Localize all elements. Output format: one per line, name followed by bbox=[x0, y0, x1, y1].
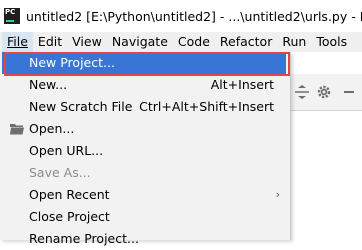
menu-bar: File Edit View Navigate Code Refactor Ru… bbox=[0, 32, 362, 52]
chevron-right-icon: › bbox=[275, 188, 280, 201]
folder-icon bbox=[10, 124, 24, 135]
menu-item-close-project[interactable]: Close Project bbox=[2, 206, 286, 228]
menu-file[interactable]: File bbox=[2, 32, 33, 52]
window-title: untitled2 [E:\Python\untitled2] - ...\un… bbox=[26, 8, 362, 24]
minimize-icon[interactable] bbox=[344, 91, 354, 93]
menu-run[interactable]: Run bbox=[277, 32, 311, 52]
menu-item-new-scratch-file[interactable]: New Scratch File Ctrl+Alt+Shift+Insert bbox=[2, 96, 286, 118]
split-layout-icon[interactable] bbox=[295, 85, 309, 99]
pycharm-icon: PC bbox=[4, 8, 20, 24]
menu-code[interactable]: Code bbox=[173, 32, 215, 52]
file-menu-dropdown: New Project... New... Alt+Insert New Scr… bbox=[0, 52, 291, 246]
menu-item-new-project[interactable]: New Project... bbox=[2, 52, 290, 76]
shortcut-new: Alt+Insert bbox=[210, 77, 274, 92]
menu-item-new[interactable]: New... Alt+Insert bbox=[2, 74, 286, 96]
editor-area bbox=[290, 111, 362, 240]
menu-refactor[interactable]: Refactor bbox=[215, 32, 277, 52]
menu-item-save-as: Save As... bbox=[29, 165, 91, 180]
menu-navigate[interactable]: Navigate bbox=[107, 32, 173, 52]
menu-item-open-url[interactable]: Open URL... bbox=[2, 140, 286, 162]
gear-icon[interactable] bbox=[316, 84, 332, 100]
menu-edit[interactable]: Edit bbox=[33, 32, 67, 52]
menu-item-rename-project[interactable]: Rename Project... bbox=[2, 228, 286, 250]
menu-item-open[interactable]: Open... bbox=[2, 118, 286, 140]
menu-tools[interactable]: Tools bbox=[311, 32, 352, 52]
title-bar: PC untitled2 [E:\Python\untitled2] - ...… bbox=[0, 0, 362, 32]
shortcut-new-scratch: Ctrl+Alt+Shift+Insert bbox=[139, 99, 274, 114]
menu-item-open-recent[interactable]: Open Recent › bbox=[2, 184, 286, 206]
menu-view[interactable]: View bbox=[67, 32, 107, 52]
